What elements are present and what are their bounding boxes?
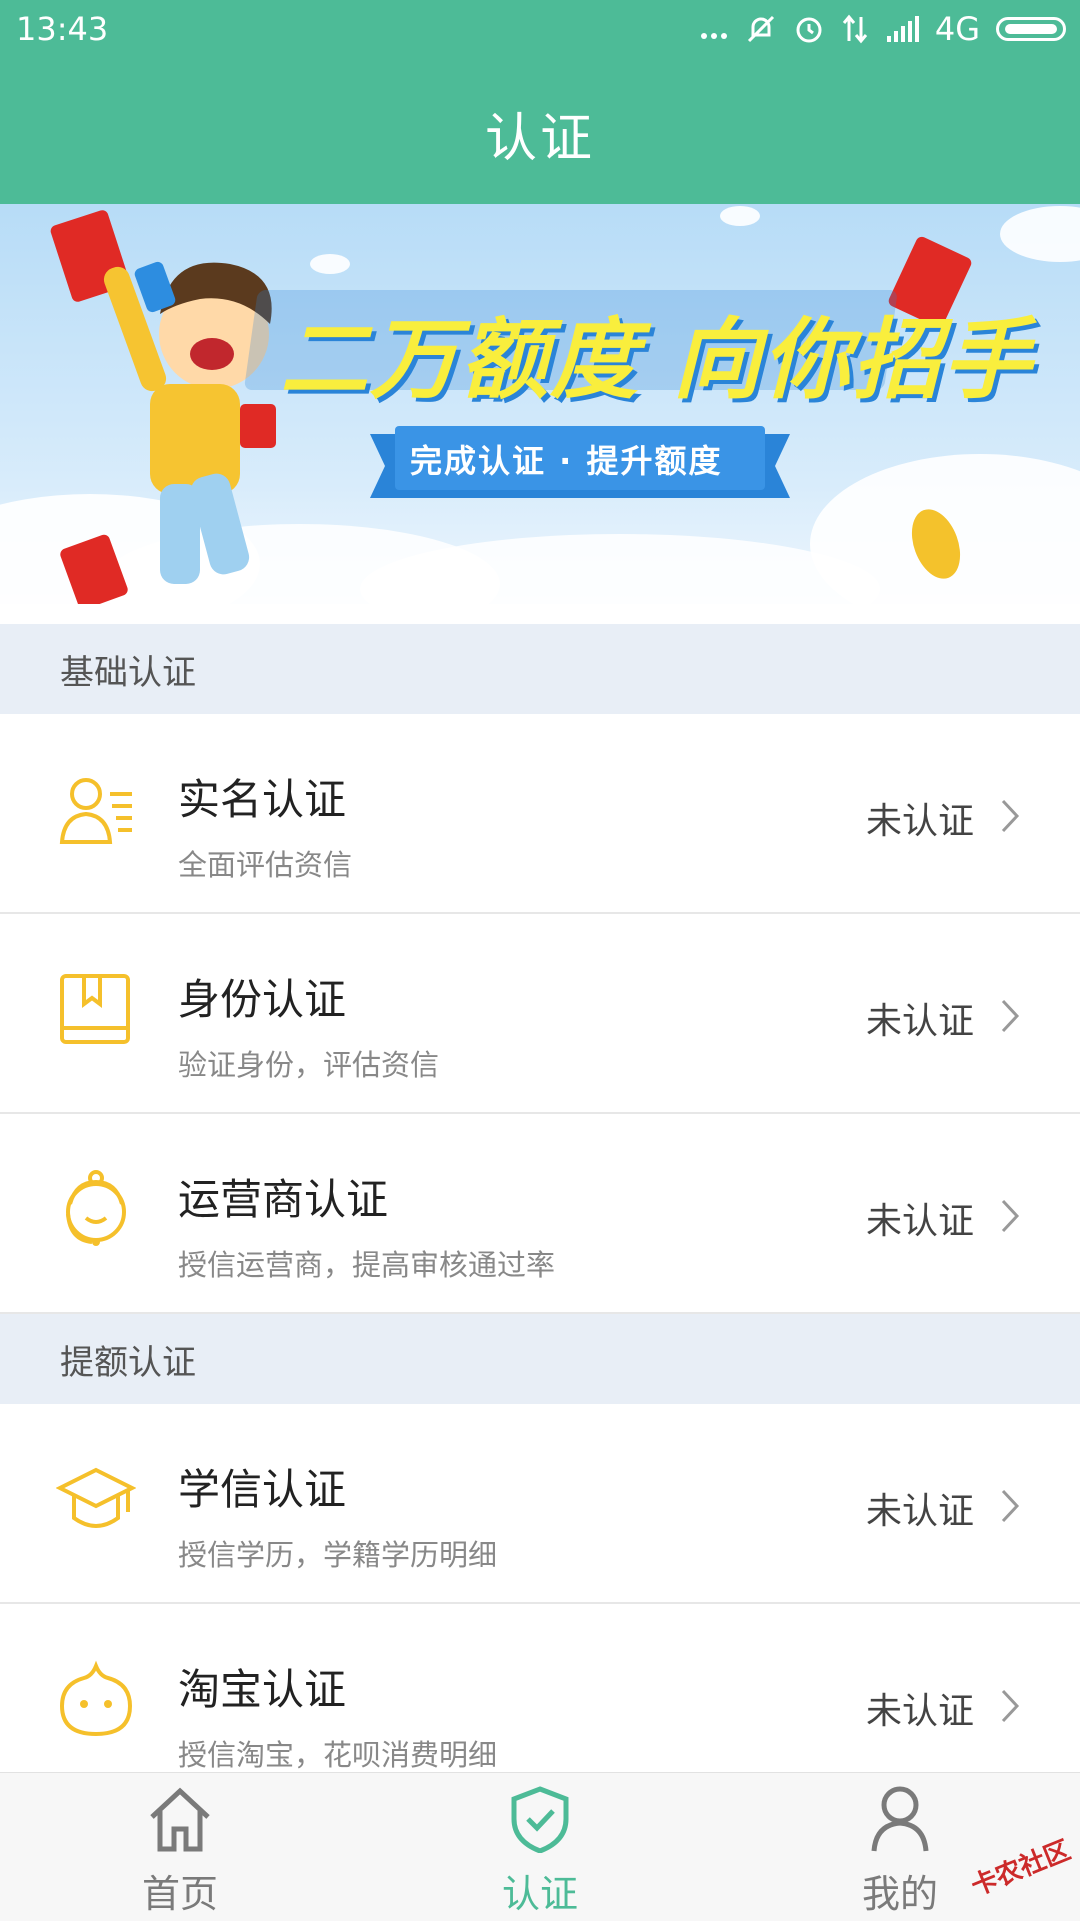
more-dots-icon [700,33,727,39]
book-icon [60,974,130,1044]
verify-status: 未认证 [865,1691,974,1732]
mute-icon [747,15,774,43]
chevron-right-icon [1001,999,1020,1033]
verify-item-subtitle: 授信学历，学籍学历明细 [178,1538,498,1572]
chevron-right-icon [1001,1199,1020,1233]
verify-status: 未认证 [865,1491,974,1532]
banner-subtitle: 完成认证 · 提升额度 [410,442,723,480]
tab-label: 认证 [501,1872,578,1916]
verify-item-subtitle: 授信淘宝，花呗消费明细 [178,1738,498,1772]
verify-item-title: 身份认证 [178,975,347,1024]
verify-status: 未认证 [865,1001,974,1042]
verify-item-identity[interactable]: 身份认证 验证身份，评估资信 未认证 [0,914,1080,1114]
taobao-icon [59,1660,133,1737]
chevron-right-icon [1001,1489,1020,1523]
section-header-basic: 基础认证 [0,624,1080,714]
verify-item-subtitle: 验证身份，评估资信 [178,1048,440,1082]
person-icon [871,1786,929,1852]
banner-headline: 二万额度 向你招手 [280,308,1033,411]
tab-label: 首页 [141,1872,218,1916]
status-bar: 13:43 4G [0,0,1080,62]
verify-item-title: 学信认证 [178,1465,347,1514]
page-title: 认证 [0,62,1080,204]
id-card-icon [59,778,132,844]
verify-item-title: 淘宝认证 [178,1665,347,1714]
bottom-tab-bar: 首页 认证 我的 [0,1772,1080,1921]
home-icon [150,1787,210,1852]
signal-icon [886,16,919,42]
shield-check-icon [511,1786,569,1853]
verify-item-title: 实名认证 [178,775,347,824]
verify-item-subtitle: 授信运营商，提高审核通过率 [178,1248,556,1282]
tab-verify[interactable]: 认证 [440,1773,640,1921]
verify-status: 未认证 [865,1201,974,1242]
battery-icon [996,17,1066,41]
verify-item-carrier[interactable]: 运营商认证 授信运营商，提高审核通过率 未认证 [0,1114,1080,1314]
section-header-limit: 提额认证 [0,1314,1080,1404]
tab-mine[interactable]: 我的 [800,1773,1000,1921]
data-arrows-icon [842,14,867,44]
tab-home[interactable]: 首页 [80,1773,280,1921]
verify-item-title: 运营商认证 [178,1175,389,1224]
verify-item-real-name[interactable]: 实名认证 全面评估资信 未认证 [0,714,1080,914]
alarm-icon [796,17,822,43]
verify-item-subtitle: 全面评估资信 [178,848,353,882]
verify-item-education[interactable]: 学信认证 授信学历，学籍学历明细 未认证 [0,1404,1080,1604]
headset-icon [66,1170,126,1246]
network-type: 4G [934,10,980,48]
graduation-cap-icon [56,1467,136,1528]
status-time: 13:43 [16,10,109,48]
status-icons: 4G [699,10,1066,48]
verify-status: 未认证 [865,801,974,842]
chevron-right-icon [1001,1689,1020,1723]
chevron-right-icon [1001,799,1020,833]
promo-banner[interactable]: 二万额度 向你招手 完成认证 · 提升额度 [0,204,1080,604]
